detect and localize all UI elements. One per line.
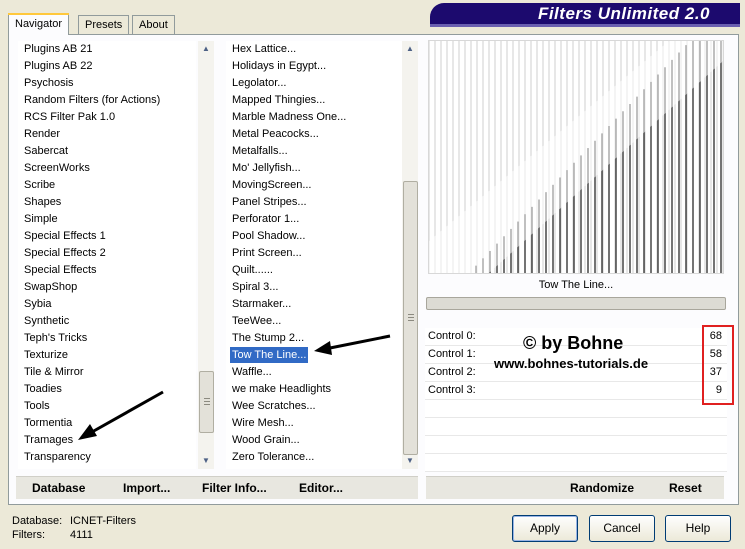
control-row[interactable]: Control 3: 9 xyxy=(425,382,727,400)
filter-item[interactable]: Waffle... xyxy=(232,364,272,380)
filter-item[interactable]: Quilt...... xyxy=(232,262,273,278)
filter-item[interactable]: MovingScreen... xyxy=(232,177,311,193)
control-label: Control 2: xyxy=(428,366,476,378)
filter-info-button[interactable]: Filter Info... xyxy=(202,481,267,495)
filter-item[interactable]: Metalfalls... xyxy=(232,143,288,159)
editor-button[interactable]: Editor... xyxy=(299,481,343,495)
control-row-empty xyxy=(425,400,727,418)
category-item[interactable]: Special Effects 2 xyxy=(24,245,106,261)
control-label: Control 0: xyxy=(428,330,476,342)
category-item[interactable]: RCS Filter Pak 1.0 xyxy=(24,109,115,125)
help-button[interactable]: Help xyxy=(665,515,731,542)
filter-list[interactable]: Hex Lattice... Holidays in Egypt... Legola… xyxy=(226,41,402,469)
filter-item[interactable]: Mapped Thingies... xyxy=(232,92,325,108)
category-item[interactable]: Render xyxy=(24,126,60,142)
tab-presets[interactable]: Presets xyxy=(78,15,130,34)
category-item[interactable]: Synthetic xyxy=(24,313,69,329)
filters-unlimited-window: Filters Unlimited 2.0 Navigator Presets … xyxy=(0,0,745,549)
scroll-up-icon[interactable]: ▲ xyxy=(198,41,214,57)
category-scrollbar[interactable]: ▲ ▼ xyxy=(198,41,214,469)
filter-item[interactable]: Marble Madness One... xyxy=(232,109,346,125)
watermark-url: www.bohnes-tutorials.de xyxy=(494,356,649,371)
category-item[interactable]: Simple xyxy=(24,211,58,227)
category-item[interactable]: Transparency xyxy=(24,449,91,465)
import-button[interactable]: Import... xyxy=(123,481,170,495)
scroll-down-icon[interactable]: ▼ xyxy=(402,453,418,469)
category-item[interactable]: Sybia xyxy=(24,296,52,312)
preview-image xyxy=(428,40,724,274)
category-item[interactable]: Tormentia xyxy=(24,415,72,431)
filter-item[interactable]: Tow The Line... xyxy=(230,347,309,363)
tab-navigator[interactable]: Navigator xyxy=(7,13,70,35)
highlight-box xyxy=(702,325,734,405)
category-item[interactable]: Plugins AB 22 xyxy=(24,58,93,74)
database-value: ICNET-Filters xyxy=(70,515,136,527)
database-button[interactable]: Database xyxy=(32,481,85,495)
category-item[interactable]: Toadies xyxy=(24,381,62,397)
filter-item[interactable]: Hex Lattice... xyxy=(232,41,296,57)
filter-item[interactable]: Starmaker... xyxy=(232,296,291,312)
watermark-copyright: © by Bohne xyxy=(523,333,624,353)
category-item[interactable]: Special Effects xyxy=(24,262,97,278)
category-item[interactable]: Tile & Mirror xyxy=(24,364,83,380)
scroll-thumb[interactable] xyxy=(403,181,418,455)
control-row-empty xyxy=(425,436,727,454)
category-item[interactable]: Scribe xyxy=(24,177,55,193)
apply-button[interactable]: Apply xyxy=(512,515,578,542)
category-list[interactable]: Plugins AB 21 Plugins AB 22 Psychosis Rando… xyxy=(18,41,196,469)
category-item[interactable]: Random Filters (for Actions) xyxy=(24,92,160,108)
filter-item[interactable]: Panel Stripes... xyxy=(232,194,307,210)
app-title: Filters Unlimited 2.0 xyxy=(537,4,710,23)
filter-item[interactable]: Wire Mesh... xyxy=(232,415,294,431)
category-item[interactable]: Special Effects 1 xyxy=(24,228,106,244)
category-item[interactable]: Shapes xyxy=(24,194,61,210)
filter-item[interactable]: Wee Scratches... xyxy=(232,398,316,414)
filter-item[interactable]: Pool Shadow... xyxy=(232,228,305,244)
scroll-up-icon[interactable]: ▲ xyxy=(402,41,418,57)
title-banner: Filters Unlimited 2.0 xyxy=(430,3,740,27)
filter-item[interactable]: Holidays in Egypt... xyxy=(232,58,326,74)
scroll-down-icon[interactable]: ▼ xyxy=(198,453,214,469)
filter-item[interactable]: Wood Grain... xyxy=(232,432,300,448)
preview-progress-bar xyxy=(426,297,726,310)
preview-lines xyxy=(429,41,723,273)
control-label: Control 3: xyxy=(428,384,476,396)
database-status: Database: ICNET-Filters xyxy=(12,515,136,527)
cancel-button[interactable]: Cancel xyxy=(589,515,655,542)
filter-item[interactable]: we make Headlights xyxy=(232,381,331,397)
filter-item[interactable]: Print Screen... xyxy=(232,245,302,261)
filter-item[interactable]: Mo' Jellyfish... xyxy=(232,160,301,176)
reset-button[interactable]: Reset xyxy=(669,481,702,495)
tab-about[interactable]: About xyxy=(132,15,175,34)
control-row-empty xyxy=(425,418,727,436)
category-item[interactable]: ScreenWorks xyxy=(24,160,90,176)
filters-status: Filters: 4111 xyxy=(12,529,93,541)
filter-item[interactable]: TeeWee... xyxy=(232,313,281,329)
filter-item[interactable]: Metal Peacocks... xyxy=(232,126,319,142)
category-item[interactable]: Sabercat xyxy=(24,143,68,159)
category-item[interactable]: Plugins AB 21 xyxy=(24,41,93,57)
filter-item[interactable]: Legolator... xyxy=(232,75,286,91)
category-item[interactable]: Texturize xyxy=(24,347,68,363)
filter-item[interactable]: Perforator 1... xyxy=(232,211,299,227)
category-item[interactable]: Tramages xyxy=(24,432,73,448)
preview-filter-name: Tow The Line... xyxy=(538,279,614,291)
filter-item[interactable]: The Stump 2... xyxy=(232,330,304,346)
filter-item[interactable]: Zero Tolerance... xyxy=(232,449,314,465)
control-row-empty xyxy=(425,454,727,472)
category-item[interactable]: Psychosis xyxy=(24,75,74,91)
category-item[interactable]: SwapShop xyxy=(24,279,77,295)
category-item[interactable]: Teph's Tricks xyxy=(24,330,87,346)
control-label: Control 1: xyxy=(428,348,476,360)
filter-item[interactable]: Spiral 3... xyxy=(232,279,278,295)
database-label: Database: xyxy=(12,515,63,527)
scroll-thumb[interactable] xyxy=(199,371,214,433)
randomize-button[interactable]: Randomize xyxy=(570,481,634,495)
filters-count: 4111 xyxy=(70,529,93,541)
filter-scrollbar[interactable]: ▲ ▼ xyxy=(402,41,418,469)
filters-label: Filters: xyxy=(12,529,45,541)
category-item[interactable]: Tools xyxy=(24,398,50,414)
